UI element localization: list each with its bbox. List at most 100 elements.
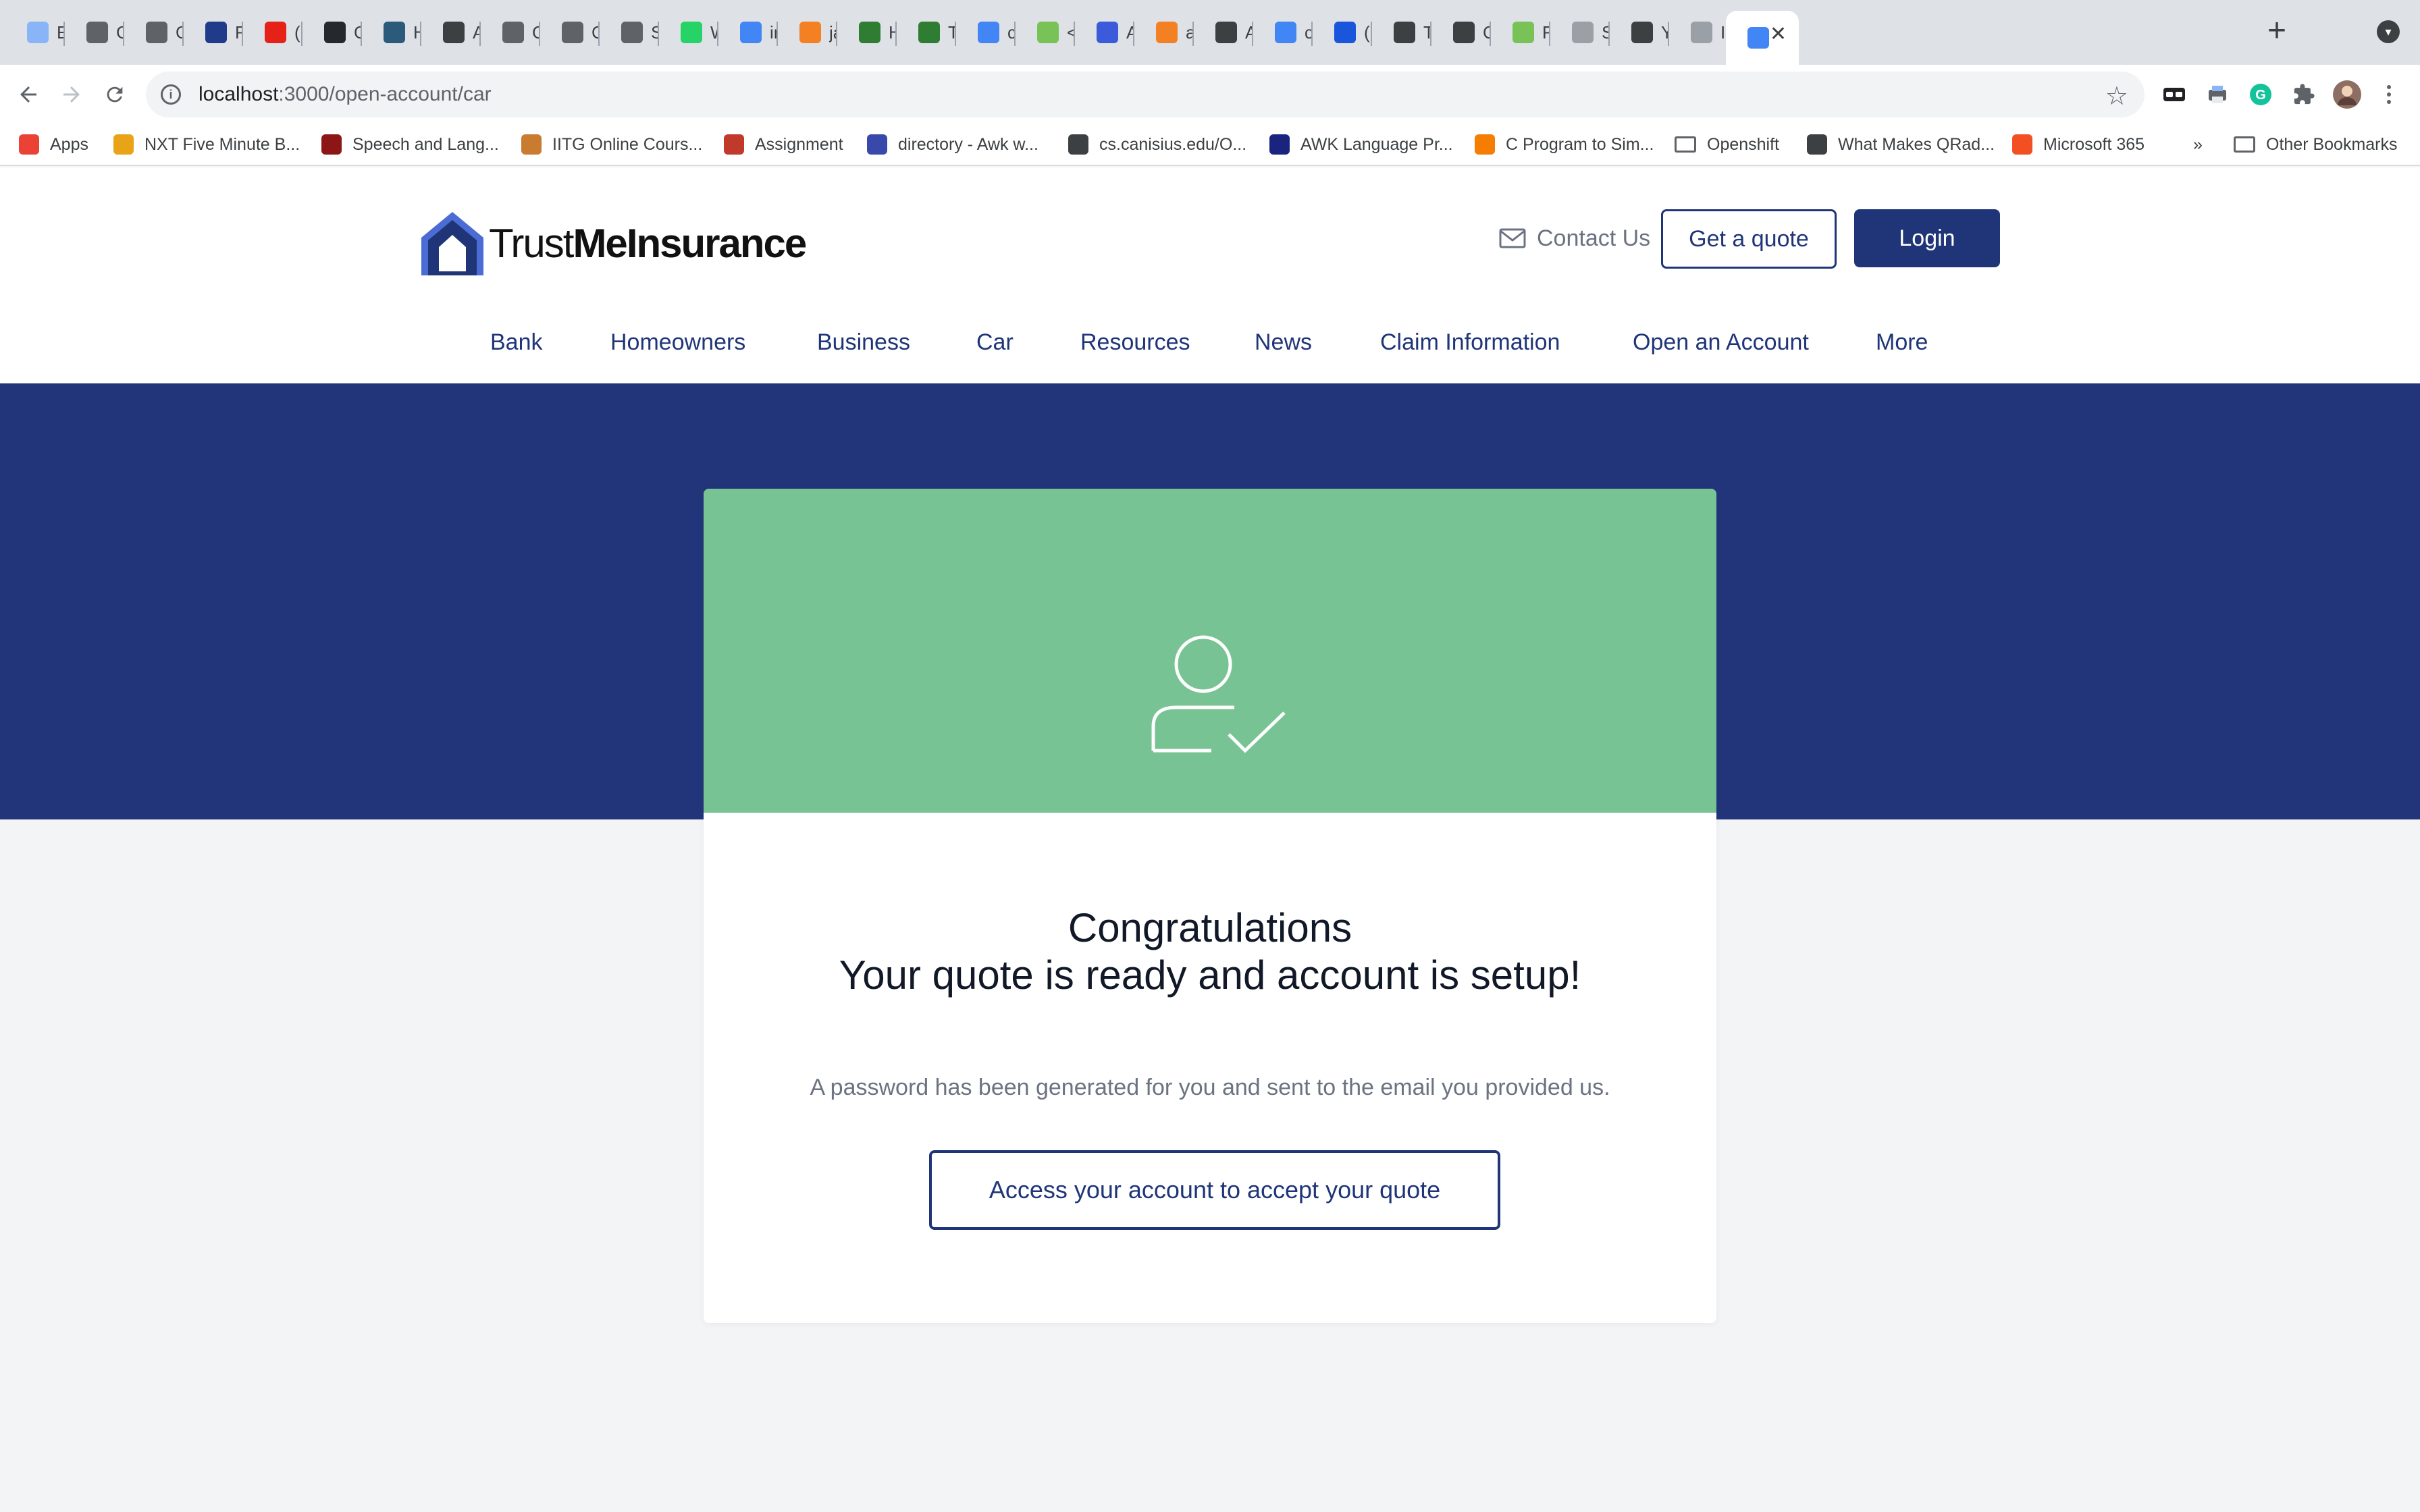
contact-us-link[interactable]: Contact Us — [1499, 221, 1650, 255]
globe-icon — [1068, 134, 1088, 155]
bookmark-item[interactable]: IITG Online Cours... — [521, 131, 702, 158]
browser-tab[interactable]: im — [718, 11, 778, 54]
bookmarks-overflow-button[interactable]: » — [2193, 131, 2203, 158]
login-label: Login — [1899, 225, 1955, 251]
nav-item-car[interactable]: Car — [976, 329, 1014, 356]
extensions-puzzle-icon[interactable] — [2288, 78, 2320, 111]
browser-tab[interactable]: Ho — [362, 11, 421, 54]
browser-tab[interactable]: Wl — [659, 11, 718, 54]
bookmark-label: directory - Awk w... — [898, 134, 1038, 154]
tab-title: Cri — [1483, 22, 1491, 43]
access-account-button[interactable]: Access your account to accept your quote — [929, 1150, 1500, 1230]
browser-tab[interactable]: Co — [481, 11, 540, 54]
browser-tab[interactable]: Ho — [837, 11, 897, 54]
browser-tab[interactable]: cir — [956, 11, 1016, 54]
browser-tab[interactable]: Ge — [302, 11, 362, 54]
browser-tab[interactable]: ✕ — [1726, 11, 1799, 65]
stanford-icon — [321, 134, 342, 155]
tab-search-icon[interactable]: ▾ — [2377, 20, 2400, 43]
youtube-icon — [265, 22, 286, 43]
browser-tab[interactable]: YC — [1610, 11, 1669, 54]
bookmark-item[interactable]: Speech and Lang... — [321, 131, 499, 158]
ibm-icon — [205, 22, 227, 43]
browser-tab[interactable]: All — [1075, 11, 1134, 54]
browser-tab[interactable]: an — [1134, 11, 1194, 54]
bookmark-item[interactable]: cs.canisius.edu/O... — [1068, 131, 1246, 158]
forward-arrow-icon[interactable] — [55, 78, 88, 111]
new-tab-button[interactable]: + — [2267, 15, 2286, 47]
browser-tab[interactable]: Ins — [1669, 11, 1729, 54]
bookmark-label: IITG Online Cours... — [552, 134, 703, 154]
browser-tab[interactable]: Ge — [65, 11, 124, 54]
browser-tab[interactable]: <d — [1016, 11, 1075, 54]
nav-item-claim-information[interactable]: Claim Information — [1380, 329, 1560, 356]
browser-tab[interactable]: Cri — [1431, 11, 1491, 54]
stackoverflow-icon — [1156, 22, 1178, 43]
tab-title: An — [1245, 22, 1253, 43]
extension-printer-icon[interactable] — [2201, 78, 2234, 111]
bookmark-item[interactable]: Microsoft 365 — [2012, 131, 2145, 158]
bookmark-label: Microsoft 365 — [2043, 134, 2145, 154]
tab-title: Ad — [473, 22, 481, 43]
nav-item-open-an-account[interactable]: Open an Account — [1633, 329, 1809, 356]
site-logo[interactable]: TrustMeInsurance — [419, 208, 807, 278]
microsoft-icon — [2012, 134, 2032, 155]
nav-item-homeowners[interactable]: Homeowners — [610, 329, 745, 356]
nav-item-more[interactable]: More — [1876, 329, 1928, 356]
nav-item-bank[interactable]: Bank — [490, 329, 543, 356]
bookmark-item[interactable]: NXT Five Minute B... — [113, 131, 300, 158]
diamond-icon — [1215, 22, 1237, 43]
profile-avatar[interactable] — [2331, 78, 2363, 111]
bookmark-item[interactable]: directory - Awk w... — [867, 131, 1038, 158]
tab-title: Te — [1423, 22, 1431, 43]
browser-tab[interactable]: Te — [1372, 11, 1431, 54]
browser-tab[interactable]: Se — [600, 11, 659, 54]
bookmark-item[interactable]: AWK Language Pr... — [1269, 131, 1453, 158]
browser-tab[interactable]: jav — [778, 11, 837, 54]
browser-tab[interactable]: Ge — [124, 11, 184, 54]
login-button[interactable]: Login — [1854, 209, 2000, 267]
tab-title: Ge — [354, 22, 362, 43]
w-icon — [859, 22, 880, 43]
browser-tab[interactable]: Cr — [540, 11, 600, 54]
doc-icon — [1394, 22, 1415, 43]
browser-menu-icon[interactable] — [2373, 78, 2405, 111]
other-bookmarks-folder[interactable]: Other Bookmarks — [2234, 131, 2398, 158]
y-icon — [1631, 22, 1653, 43]
site-info-icon[interactable]: i — [161, 84, 181, 105]
browser-tab[interactable]: Ad — [421, 11, 481, 54]
browser-tab[interactable]: RE — [184, 11, 243, 54]
bookmark-item[interactable]: C Program to Sim... — [1475, 131, 1654, 158]
logo-me: Me — [573, 220, 627, 266]
close-tab-icon[interactable]: ✕ — [1770, 24, 1787, 45]
browser-tab[interactable]: Try — [897, 11, 956, 54]
bike-icon — [146, 22, 167, 43]
nav-item-business[interactable]: Business — [817, 329, 910, 356]
browser-tab[interactable]: Sig — [1550, 11, 1610, 54]
reload-icon[interactable] — [99, 78, 131, 111]
browser-tab[interactable]: (65 — [243, 11, 302, 54]
bookmark-item[interactable]: What Makes QRad... — [1807, 131, 1995, 158]
back-arrow-icon[interactable] — [12, 78, 45, 111]
browser-tab[interactable]: Ru — [1491, 11, 1550, 54]
get-a-quote-button[interactable]: Get a quote — [1661, 209, 1837, 269]
bookmark-label: What Makes QRad... — [1838, 134, 1995, 154]
bookmark-label: cs.canisius.edu/O... — [1099, 134, 1247, 154]
browser-tab[interactable]: cre — [1253, 11, 1313, 54]
grammarly-icon[interactable]: G — [2244, 78, 2277, 111]
nav-item-resources[interactable]: Resources — [1080, 329, 1190, 356]
tab-title: Cr — [591, 22, 600, 43]
bookmark-item[interactable]: Assignment — [724, 131, 843, 158]
browser-tab[interactable]: An — [1194, 11, 1253, 54]
browser-tab[interactable]: En — [5, 11, 65, 54]
browser-tab[interactable]: (7) — [1313, 11, 1372, 54]
nav-item-news[interactable]: News — [1255, 329, 1312, 356]
bookmark-item[interactable]: Apps — [19, 131, 88, 158]
bookmark-item[interactable]: Openshift — [1675, 131, 1779, 158]
tab-title: RE — [235, 22, 243, 43]
bookmark-star-icon[interactable]: ☆ — [2105, 81, 2128, 111]
tab-title: Wl — [710, 22, 718, 43]
extension-glasses-icon[interactable] — [2158, 78, 2190, 111]
address-bar[interactable]: i localhost:3000/open-account/car ☆ — [146, 72, 2145, 117]
tab-title: Ge — [176, 22, 184, 43]
